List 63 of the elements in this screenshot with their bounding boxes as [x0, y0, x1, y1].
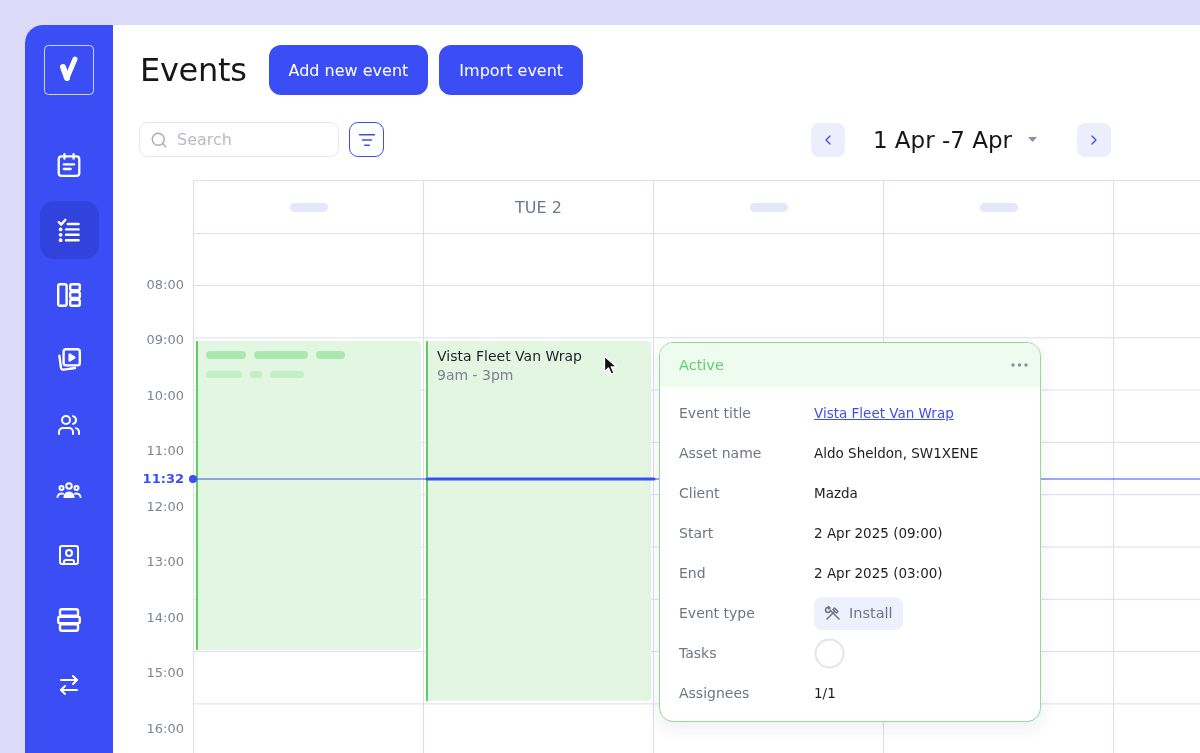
filter-button[interactable]: [349, 122, 384, 157]
field-value: 1/1: [814, 685, 836, 701]
task-progress-ring: [814, 637, 845, 669]
media-play-icon: [57, 348, 81, 372]
current-time-label: 11:32: [141, 471, 184, 487]
time-label: 16:00: [146, 720, 184, 737]
skeleton-bar: [749, 202, 788, 212]
field-value: 2 Apr 2025 (09:00): [814, 525, 943, 541]
event-title-link[interactable]: Vista Fleet Van Wrap: [814, 405, 954, 421]
layout-icon: [57, 283, 81, 307]
skeleton-bar: [250, 371, 262, 378]
skeleton-bar: [289, 202, 328, 212]
field-label: Client: [679, 485, 721, 501]
swap-arrows-icon: [57, 673, 81, 697]
cursor-icon: [603, 355, 620, 376]
field-label: End: [679, 565, 707, 581]
time-label: 09:00: [146, 332, 184, 349]
event-time: 9am - 3pm: [437, 367, 514, 383]
field-value: 2 Apr 2025 (03:00): [814, 565, 943, 581]
skeleton-bar: [270, 371, 304, 378]
date-range-dropdown[interactable]: 1 Apr -7 Apr: [868, 126, 1041, 153]
more-icon: [1011, 363, 1028, 367]
field-label: Start: [679, 525, 715, 541]
time-label: 08:00: [146, 276, 184, 293]
checklist-icon: [57, 218, 81, 242]
field-label: Asset name: [679, 445, 763, 461]
status-label: Active: [679, 357, 724, 373]
page-title: Events: [140, 51, 247, 89]
search-icon: [150, 130, 168, 149]
contact-card-icon: [57, 543, 81, 567]
caret-icon: [1028, 137, 1037, 142]
event-block[interactable]: Vista Fleet Van Wrap 9am - 3pm: [426, 341, 651, 701]
logo-icon: [44, 45, 94, 95]
add-event-button[interactable]: Add new event: [268, 45, 429, 95]
field-value: Mazda: [814, 485, 858, 501]
time-label: 12:00: [146, 498, 184, 515]
field-label: Event type: [679, 605, 756, 621]
time-label: 10:00: [146, 387, 184, 404]
field-label: Event title: [679, 405, 752, 421]
skeleton-bar: [206, 351, 246, 359]
field-label: Tasks: [679, 645, 718, 661]
skeleton-bar: [254, 351, 308, 359]
field-label: Assignees: [679, 685, 751, 701]
time-label: 11:00: [146, 443, 184, 460]
search-field[interactable]: Search: [139, 122, 339, 157]
more-button[interactable]: [1011, 363, 1028, 367]
users-icon: [57, 413, 81, 437]
stack-icon: [57, 608, 81, 632]
time-label: 13:00: [146, 554, 184, 571]
calendar-icon: [57, 153, 81, 177]
day-header: TUE 2: [515, 197, 562, 217]
event-title: Vista Fleet Van Wrap: [437, 348, 582, 364]
tools-icon: [824, 604, 842, 622]
skeleton-bar: [979, 202, 1018, 212]
time-label: 14:00: [146, 609, 184, 626]
nav-item[interactable]: [39, 201, 99, 259]
event-type-label: Install: [849, 605, 893, 621]
group-icon: [56, 479, 82, 501]
time-label: 15:00: [146, 665, 184, 682]
skeleton-bar: [206, 371, 242, 378]
skeleton-bar: [316, 351, 345, 359]
field-value: Aldo Sheldon, SW1XENE: [814, 445, 979, 461]
import-event-button[interactable]: Import event: [439, 45, 584, 95]
